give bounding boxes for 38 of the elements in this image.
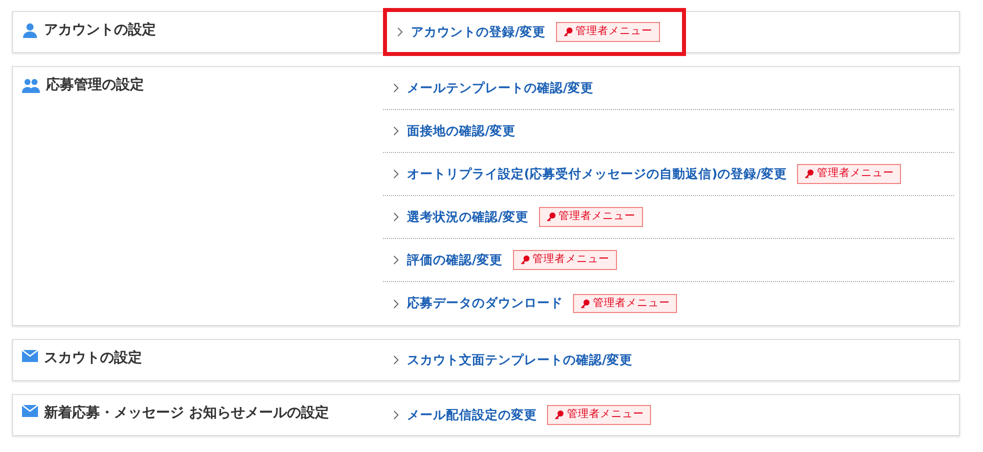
chevron-icon bbox=[393, 255, 399, 265]
section-title: アカウントの設定 bbox=[44, 20, 156, 40]
settings-link[interactable]: 評価の確認/変更 bbox=[407, 250, 503, 270]
key-icon bbox=[562, 27, 573, 37]
admin-menu-tag: 管理者メニュー bbox=[547, 405, 651, 425]
people-icon bbox=[22, 77, 40, 93]
key-icon bbox=[554, 410, 564, 420]
admin-menu-tag: 管理者メニュー bbox=[538, 207, 643, 227]
chevron-icon bbox=[393, 126, 399, 136]
section-title: 新着応募・メッセージ お知らせメールの設定 bbox=[44, 404, 329, 423]
chevron-icon bbox=[393, 83, 399, 93]
person-icon bbox=[22, 22, 38, 38]
admin-menu-tag: 管理者メニュー bbox=[556, 22, 660, 42]
key-icon bbox=[546, 212, 556, 222]
settings-link[interactable]: 応募データのダウンロード bbox=[407, 294, 563, 313]
chevron-icon bbox=[393, 212, 399, 222]
settings-link[interactable]: 選考状況の確認/変更 bbox=[407, 208, 529, 226]
chevron-icon bbox=[393, 298, 399, 308]
envelope-icon bbox=[22, 350, 38, 362]
key-icon bbox=[520, 255, 530, 265]
key-icon bbox=[804, 169, 814, 179]
settings-link[interactable]: メールテンプレートの確認/変更 bbox=[407, 78, 594, 98]
settings-link[interactable]: オートリプライ設定(応募受付メッセージの自動返信)の登録/変更 bbox=[407, 164, 787, 184]
settings-link[interactable]: スカウト文面テンプレートの確認/変更 bbox=[407, 350, 633, 370]
section-title: スカウトの設定 bbox=[44, 348, 142, 368]
admin-menu-tag: 管理者メニュー bbox=[573, 294, 677, 314]
envelope-icon bbox=[22, 405, 38, 417]
settings-link[interactable]: アカウントの登録/変更 bbox=[411, 22, 546, 42]
chevron-icon bbox=[393, 355, 399, 365]
admin-menu-tag: 管理者メニュー bbox=[797, 164, 901, 184]
chevron-icon bbox=[393, 169, 399, 179]
section-title: 応募管理の設定 bbox=[46, 76, 144, 95]
key-icon bbox=[580, 298, 590, 308]
settings-link[interactable]: メール配信設定の変更 bbox=[407, 406, 537, 424]
settings-link[interactable]: 面接地の確認/変更 bbox=[407, 122, 516, 140]
admin-menu-tag: 管理者メニュー bbox=[512, 250, 617, 270]
chevron-icon bbox=[397, 27, 403, 37]
chevron-icon bbox=[393, 410, 399, 420]
